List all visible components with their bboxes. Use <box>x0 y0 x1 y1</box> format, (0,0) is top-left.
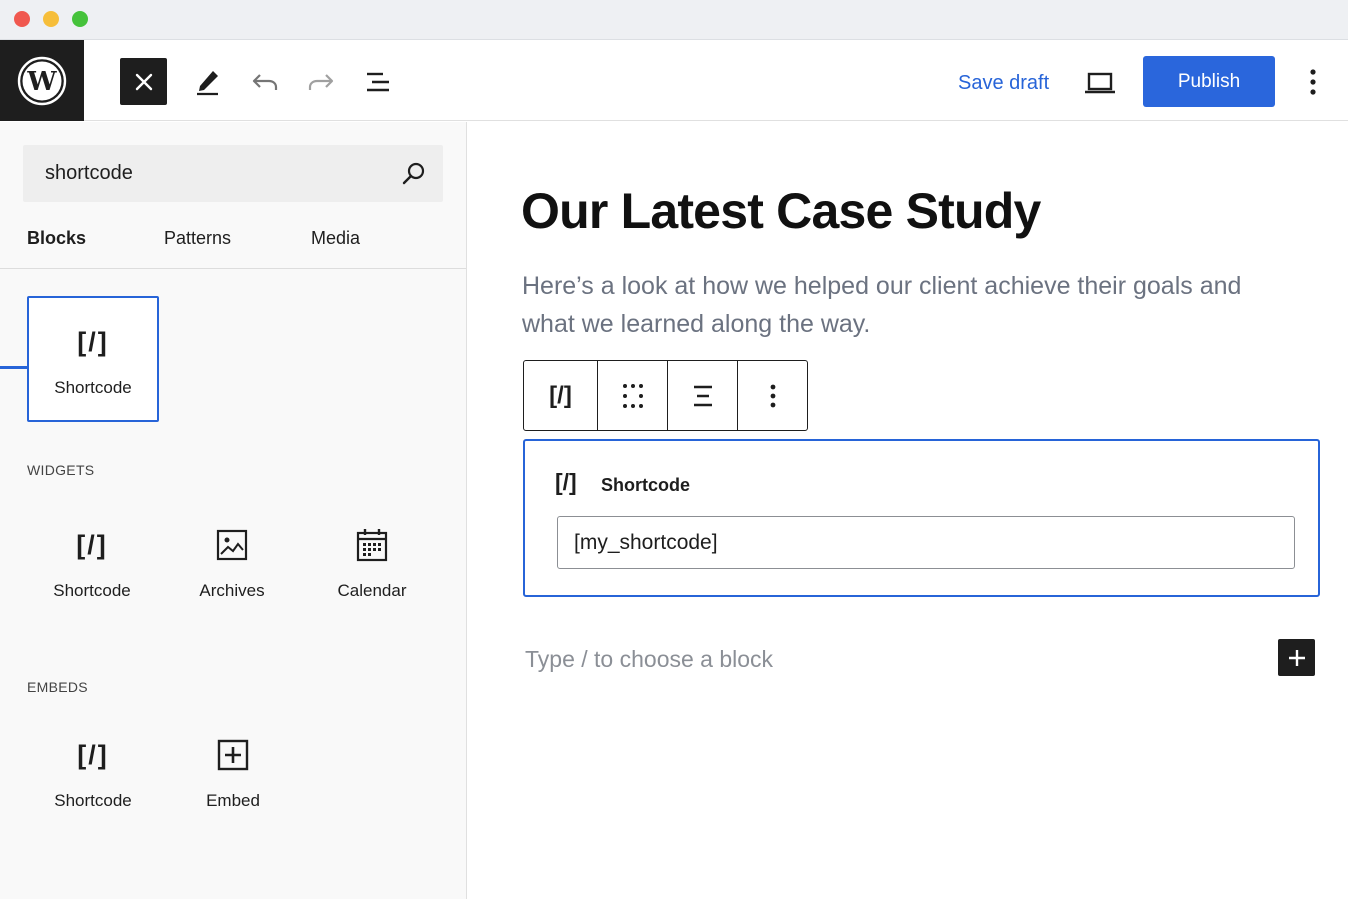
shortcode-input[interactable] <box>557 516 1295 569</box>
shortcode-icon: [/] <box>555 469 577 495</box>
publish-button[interactable]: Publish <box>1143 56 1275 107</box>
close-inserter-button[interactable] <box>120 58 167 105</box>
block-item-embed[interactable]: Embed <box>167 711 299 837</box>
svg-text:W: W <box>26 67 57 97</box>
undo-icon <box>252 74 278 90</box>
more-vertical-icon <box>1310 69 1316 95</box>
default-block-appender[interactable]: Type / to choose a block <box>525 646 773 673</box>
more-vertical-icon <box>770 384 775 407</box>
search-input[interactable] <box>23 145 393 202</box>
align-center-icon <box>693 385 712 406</box>
shortcode-icon: [/] <box>76 529 108 560</box>
block-item-label: Shortcode <box>53 581 131 600</box>
shortcode-icon: [/] <box>77 326 109 357</box>
shortcode-icon: [/] <box>77 739 109 770</box>
block-item-label: Embed <box>206 791 260 810</box>
section-title-embeds: EMBEDS <box>27 679 88 695</box>
search-icon[interactable] <box>401 161 427 187</box>
section-title-widgets: WIDGETS <box>27 462 95 478</box>
undo-button[interactable] <box>245 62 285 102</box>
post-title[interactable]: Our Latest Case Study <box>521 182 1041 240</box>
block-item-label: Shortcode <box>54 791 132 810</box>
block-inserter-panel: Blocks Patterns Media [/] Shortcode WIDG… <box>0 122 467 899</box>
block-item-shortcode-embed[interactable]: [/] Shortcode <box>27 711 159 837</box>
block-item-shortcode-widget[interactable]: [/] Shortcode <box>26 501 158 627</box>
embed-plus-icon <box>217 735 249 775</box>
block-item-archives[interactable]: Archives <box>166 501 298 627</box>
add-block-button[interactable] <box>1278 639 1315 676</box>
block-item-calendar[interactable]: Calendar <box>306 501 438 627</box>
preview-button[interactable] <box>1080 64 1120 102</box>
editor-header-toolbar: W Save draft Publish <box>0 40 1348 121</box>
redo-button[interactable] <box>301 62 341 102</box>
block-toolbar: [/] <box>523 360 808 431</box>
tab-media[interactable]: Media <box>311 228 360 268</box>
save-draft-button[interactable]: Save draft <box>944 68 1063 98</box>
redo-icon <box>308 74 334 90</box>
drag-handle-icon <box>622 383 643 408</box>
tools-button[interactable] <box>188 62 228 102</box>
archives-icon <box>216 525 248 565</box>
wordpress-logo-button[interactable]: W <box>0 40 84 121</box>
block-options-button[interactable] <box>738 361 807 430</box>
tab-patterns[interactable]: Patterns <box>164 228 231 268</box>
calendar-icon <box>356 525 388 565</box>
pencil-icon <box>197 71 218 96</box>
block-item-shortcode-top[interactable]: [/] Shortcode <box>27 296 159 422</box>
editor-canvas: Our Latest Case Study Here’s a look at h… <box>468 122 1348 899</box>
shortcode-block[interactable]: [/] Shortcode <box>523 439 1320 597</box>
block-type-switcher-button[interactable]: [/] <box>524 361 598 430</box>
inserter-tabs: Blocks Patterns Media <box>0 222 466 369</box>
wordpress-logo-icon: W <box>17 56 67 105</box>
window-titlebar <box>0 0 1348 40</box>
minimize-window-button[interactable] <box>43 11 59 27</box>
tab-blocks[interactable]: Blocks <box>27 228 86 268</box>
post-excerpt-paragraph[interactable]: Here’s a look at how we helped our clien… <box>522 267 1282 343</box>
close-window-button[interactable] <box>14 11 30 27</box>
align-button[interactable] <box>668 361 738 430</box>
app-window: W Save draft Publish shortcode Blocks Pa… <box>0 0 1348 899</box>
block-item-label: Shortcode <box>54 378 132 397</box>
document-overview-button[interactable] <box>358 62 398 102</box>
inserter-search <box>23 145 443 202</box>
options-menu-button[interactable] <box>1296 62 1330 102</box>
drag-handle[interactable] <box>598 361 668 430</box>
block-item-label: Calendar <box>337 581 407 600</box>
close-icon <box>135 73 152 90</box>
laptop-icon <box>1085 72 1115 94</box>
list-view-icon <box>367 72 389 92</box>
block-item-label: Archives <box>199 581 265 600</box>
plus-icon <box>1288 649 1305 666</box>
maximize-window-button[interactable] <box>72 11 88 27</box>
shortcode-block-label: Shortcode <box>601 475 691 495</box>
